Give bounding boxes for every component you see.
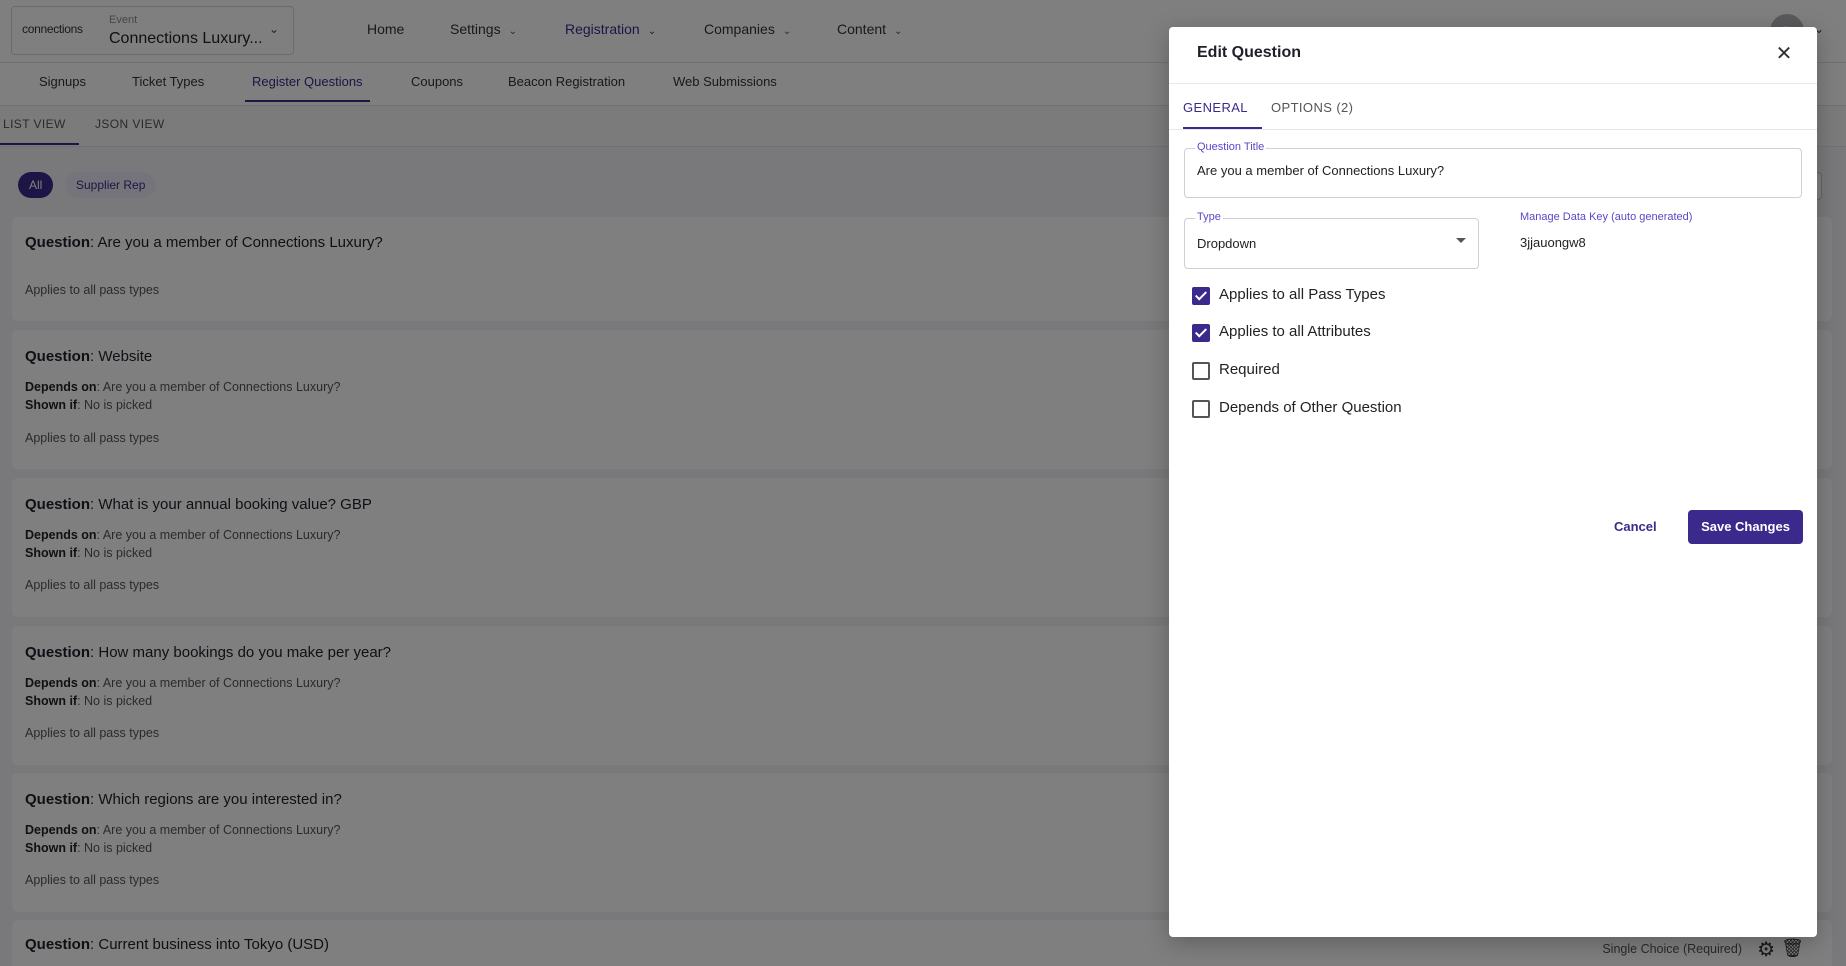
tab-options[interactable]: OPTIONS (2) bbox=[1271, 100, 1353, 127]
checkbox-label: Depends of Other Question bbox=[1219, 399, 1402, 416]
cancel-button[interactable]: Cancel bbox=[1604, 510, 1667, 544]
checkbox-label: Required bbox=[1219, 361, 1280, 378]
question-title-field[interactable]: Question Title Are you a member of Conne… bbox=[1184, 141, 1802, 198]
checkbox-unchecked-icon[interactable] bbox=[1192, 400, 1210, 418]
checkbox-label: Applies to all Pass Types bbox=[1219, 286, 1386, 303]
tab-general[interactable]: GENERAL bbox=[1183, 100, 1262, 129]
question-title-label: Question Title bbox=[1195, 141, 1267, 153]
dialog-title: Edit Question bbox=[1197, 44, 1301, 61]
type-value: Dropdown bbox=[1197, 236, 1257, 251]
type-label: Type bbox=[1195, 211, 1223, 223]
checkbox-unchecked-icon[interactable] bbox=[1192, 362, 1210, 380]
edit-question-dialog: Edit Question ✕ GENERAL OPTIONS (2) Ques… bbox=[1169, 27, 1817, 937]
dialog-tabs: GENERAL OPTIONS (2) bbox=[1169, 84, 1817, 130]
save-changes-button[interactable]: Save Changes bbox=[1688, 510, 1803, 544]
dialog-header: Edit Question ✕ bbox=[1169, 27, 1817, 84]
dropdown-arrow-icon bbox=[1456, 238, 1466, 243]
checkbox-checked-icon[interactable] bbox=[1192, 324, 1210, 342]
data-key-value: 3jjauongw8 bbox=[1520, 235, 1586, 250]
checkbox-checked-icon[interactable] bbox=[1192, 287, 1210, 305]
type-select[interactable]: Type Dropdown bbox=[1184, 211, 1479, 269]
checkbox-label: Applies to all Attributes bbox=[1219, 323, 1371, 340]
question-title-input[interactable]: Are you a member of Connections Luxury? bbox=[1197, 163, 1444, 178]
data-key-label: Manage Data Key (auto generated) bbox=[1520, 211, 1693, 223]
close-icon[interactable]: ✕ bbox=[1772, 42, 1796, 66]
